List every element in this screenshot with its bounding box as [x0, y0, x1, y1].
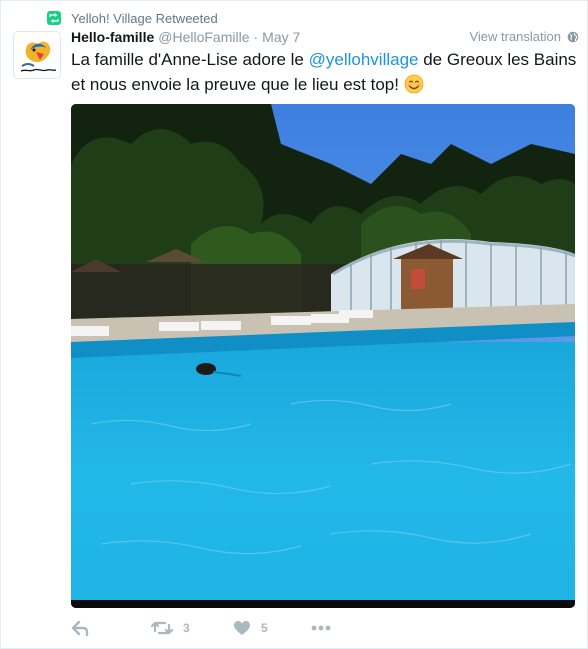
- heart-icon: [234, 621, 250, 635]
- like-count: 5: [261, 621, 268, 635]
- more-icon: [311, 625, 331, 631]
- retweet-context: Yelloh! Village Retweeted: [47, 9, 218, 27]
- retweet-icon: [151, 621, 173, 635]
- more-button[interactable]: [311, 617, 331, 639]
- like-button[interactable]: 5: [233, 617, 268, 639]
- tweet-header: Hello-famille @HelloFamille · May 7 View…: [71, 29, 579, 49]
- reply-icon: [71, 620, 89, 636]
- avatar[interactable]: [13, 31, 61, 79]
- view-translation-link[interactable]: View translation: [469, 29, 579, 44]
- tweet-actions: 3 5: [71, 617, 579, 639]
- tweet-text: La famille d'Anne-Lise adore le @yellohv…: [71, 47, 579, 97]
- retweet-count: 3: [183, 621, 190, 635]
- author-username[interactable]: @HelloFamille: [158, 29, 249, 45]
- tweet-text-before: La famille d'Anne-Lise adore le: [71, 50, 309, 69]
- reply-button[interactable]: [71, 617, 89, 639]
- retweet-button[interactable]: 3: [151, 617, 190, 639]
- smiling-face-emoji: [404, 74, 424, 94]
- tweet[interactable]: Yelloh! Village Retweeted Hello-famille …: [0, 0, 588, 649]
- globe-icon: [567, 31, 579, 42]
- tweet-timestamp[interactable]: May 7: [262, 29, 300, 45]
- author-fullname[interactable]: Hello-famille: [71, 29, 154, 45]
- view-translation-label: View translation: [469, 29, 561, 44]
- retweet-context-text[interactable]: Yelloh! Village Retweeted: [71, 11, 218, 26]
- mention-link[interactable]: @yellohvillage: [309, 50, 419, 69]
- separator-dot: ·: [253, 29, 259, 45]
- tweet-photo[interactable]: [71, 104, 575, 608]
- retweet-badge-icon: [47, 11, 61, 25]
- pool-photo: [71, 104, 575, 608]
